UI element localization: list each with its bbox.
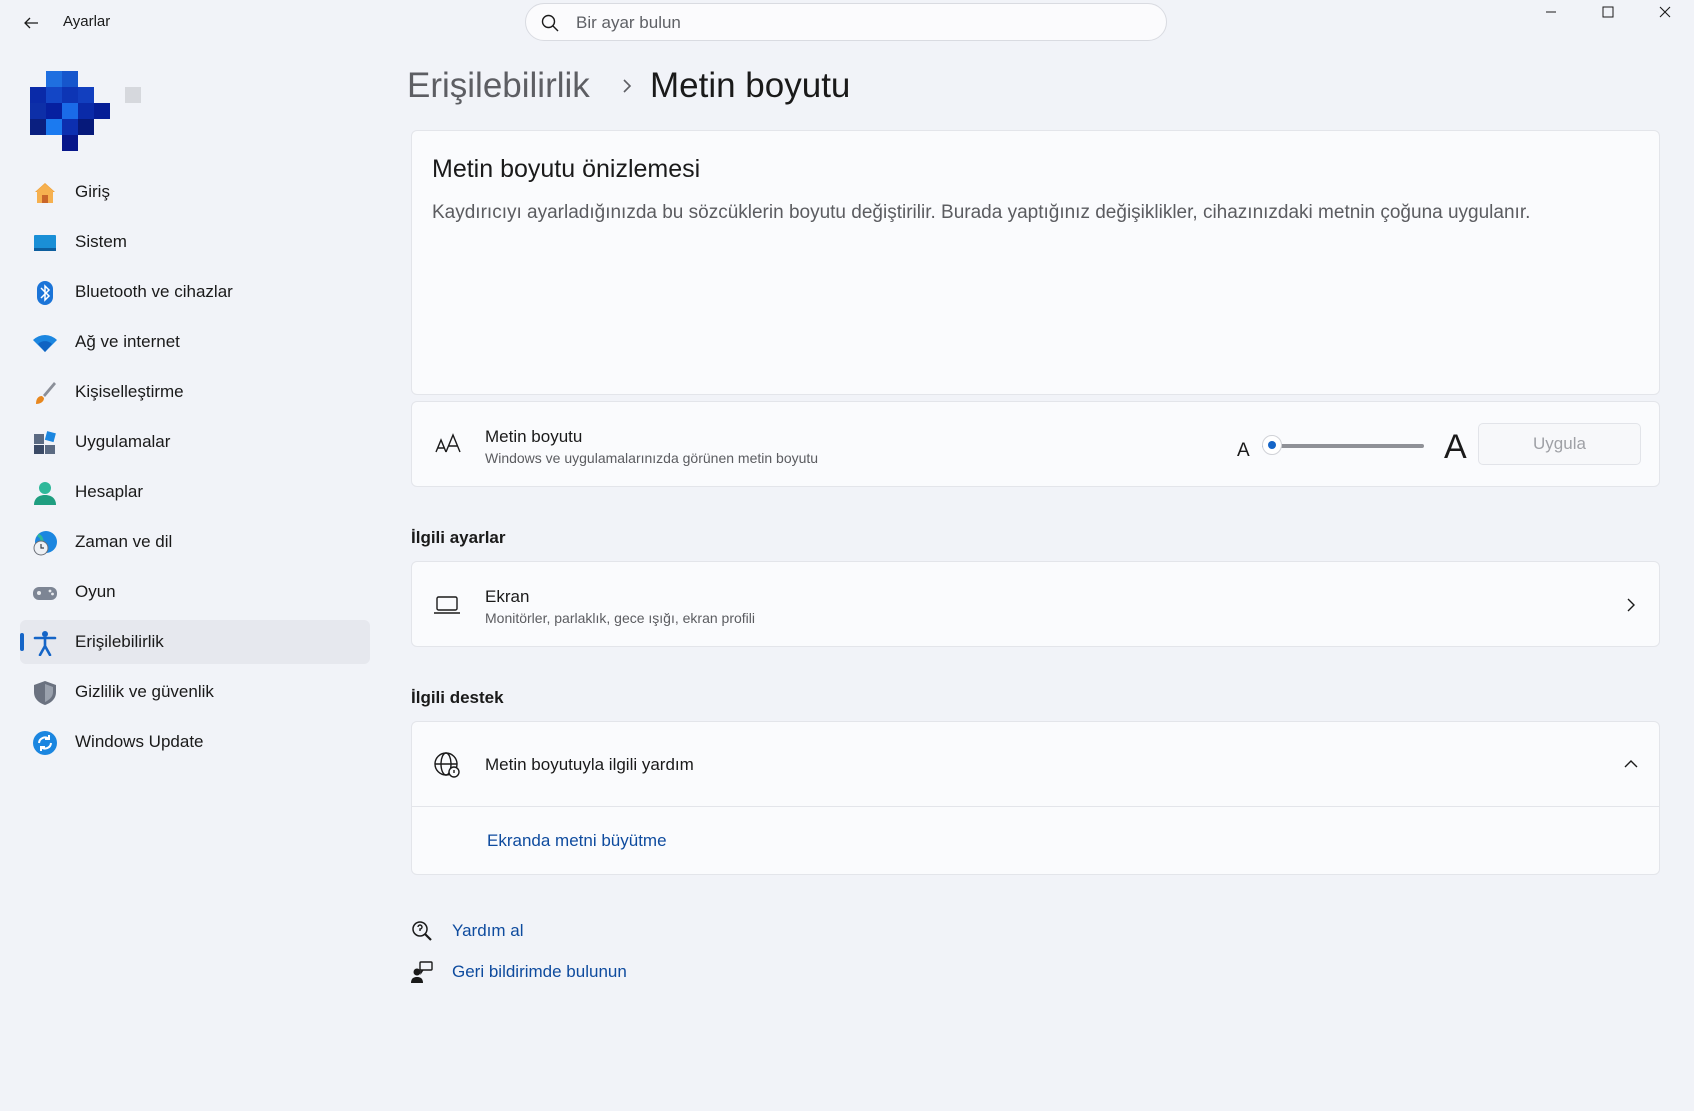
- close-button[interactable]: [1637, 0, 1693, 24]
- ekran-settings-link[interactable]: Ekran Monitörler, parlaklık, gece ışığı,…: [411, 561, 1660, 647]
- back-button[interactable]: [18, 10, 44, 36]
- preview-title: Metin boyutu önizlemesi: [432, 155, 701, 183]
- help-title: Metin boyutuyla ilgili yardım: [485, 755, 694, 774]
- avatar[interactable]: [30, 71, 110, 151]
- sidebar-item-label: Windows Update: [75, 732, 204, 751]
- sidebar-item-label: Ağ ve internet: [75, 332, 180, 351]
- sidebar-item-erisilebilirlik[interactable]: Erişilebilirlik: [20, 620, 370, 664]
- account-name-placeholder: [125, 87, 141, 103]
- account-icon: [32, 480, 58, 506]
- title-bar: Ayarlar Bir ayar bulun: [0, 0, 1694, 46]
- app-title: Ayarlar: [63, 13, 111, 30]
- sidebar-nav: Giriş Sistem Bluetooth ve cihazlar Ağ ve…: [20, 170, 370, 770]
- large-a-label: A: [1444, 428, 1467, 466]
- sidebar-item-label: Erişilebilirlik: [75, 632, 164, 651]
- sidebar-item-label: Oyun: [75, 582, 116, 601]
- chevron-up-icon[interactable]: [1622, 755, 1640, 773]
- text-size-preview-card: Metin boyutu önizlemesi Kaydırıcıyı ayar…: [411, 130, 1660, 395]
- globe-clock-icon: [32, 530, 58, 556]
- small-a-label: A: [1237, 440, 1250, 461]
- help-expander-header[interactable]: Metin boyutuyla ilgili yardım: [412, 722, 1659, 807]
- sidebar-item-ag[interactable]: Ağ ve internet: [20, 320, 370, 364]
- paintbrush-icon: [32, 380, 58, 406]
- sidebar-item-kisisellestirme[interactable]: Kişiselleştirme: [20, 370, 370, 414]
- text-size-slider[interactable]: [1262, 435, 1432, 457]
- slider-track[interactable]: [1276, 444, 1424, 448]
- sidebar-item-gizlilik[interactable]: Gizlilik ve güvenlik: [20, 670, 370, 714]
- maximize-button[interactable]: [1580, 0, 1636, 24]
- feedback-label: Geri bildirimde bulunun: [452, 962, 627, 981]
- maximize-icon: [1602, 6, 1614, 18]
- sidebar-item-label: Uygulamalar: [75, 432, 171, 451]
- sidebar-item-hesaplar[interactable]: Hesaplar: [20, 470, 370, 514]
- text-size-card: Metin boyutu Windows ve uygulamalarınızd…: [411, 401, 1660, 487]
- avatar-image: [30, 71, 110, 151]
- breadcrumb-parent-link[interactable]: Erişilebilirlik: [407, 66, 590, 106]
- shield-icon: [32, 680, 58, 706]
- minimize-icon: [1546, 11, 1556, 13]
- sidebar-item-oyun[interactable]: Oyun: [20, 570, 370, 614]
- close-icon: [1659, 6, 1671, 18]
- home-icon: [32, 180, 58, 206]
- ekran-title: Ekran: [485, 587, 530, 606]
- slider-thumb[interactable]: [1262, 435, 1282, 455]
- wifi-icon: [32, 330, 58, 356]
- chevron-right-icon: [1627, 598, 1635, 612]
- chevron-right-icon: [623, 79, 632, 93]
- sidebar-item-uygulamalar[interactable]: Uygulamalar: [20, 420, 370, 464]
- page-title: Metin boyutu: [650, 66, 851, 105]
- search-input[interactable]: Bir ayar bulun: [576, 13, 681, 33]
- text-size-subtitle: Windows ve uygulamalarınızda görünen met…: [485, 450, 819, 466]
- active-indicator: [20, 633, 24, 651]
- sidebar-item-giris[interactable]: Giriş: [20, 170, 370, 214]
- get-help-icon: [412, 921, 432, 941]
- text-size-title: Metin boyutu: [485, 427, 583, 446]
- accessibility-icon: [32, 630, 58, 656]
- back-arrow-icon: [24, 17, 38, 29]
- system-display-icon: [32, 230, 58, 256]
- related-settings-heading: İlgili ayarlar: [411, 528, 506, 547]
- sidebar-item-label: Kişiselleştirme: [75, 382, 184, 401]
- feedback-icon: [411, 961, 433, 983]
- text-size-icon: [435, 433, 461, 453]
- sidebar-item-label: Sistem: [75, 232, 127, 251]
- update-icon: [32, 730, 58, 756]
- sidebar-item-label: Gizlilik ve güvenlik: [75, 682, 214, 701]
- search-box[interactable]: Bir ayar bulun: [525, 3, 1167, 41]
- laptop-icon: [434, 596, 460, 614]
- search-icon: [541, 14, 559, 32]
- gamepad-icon: [32, 580, 58, 606]
- apps-icon: [32, 430, 58, 456]
- sidebar-item-windows-update[interactable]: Windows Update: [20, 720, 370, 764]
- globe-help-icon: [434, 752, 460, 778]
- sidebar-item-label: Giriş: [75, 182, 110, 201]
- help-link-enlarge-text[interactable]: Ekranda metni büyütme: [487, 831, 667, 851]
- ekran-subtitle: Monitörler, parlaklık, gece ışığı, ekran…: [485, 610, 756, 626]
- minimize-button[interactable]: [1523, 0, 1579, 24]
- related-support-heading: İlgili destek: [411, 688, 504, 707]
- sidebar-item-label: Bluetooth ve cihazlar: [75, 282, 233, 301]
- help-expander: Metin boyutuyla ilgili yardım Ekranda me…: [411, 721, 1660, 875]
- apply-button[interactable]: Uygula: [1478, 423, 1641, 465]
- sidebar-item-label: Hesaplar: [75, 482, 144, 501]
- sidebar-item-zaman[interactable]: Zaman ve dil: [20, 520, 370, 564]
- get-help-label: Yardım al: [452, 921, 524, 940]
- sidebar-item-sistem[interactable]: Sistem: [20, 220, 370, 264]
- bluetooth-icon: [32, 280, 58, 306]
- sidebar-item-label: Zaman ve dil: [75, 532, 173, 551]
- sidebar-item-bluetooth[interactable]: Bluetooth ve cihazlar: [20, 270, 370, 314]
- preview-text: Kaydırıcıyı ayarladığınızda bu sözcükler…: [432, 202, 1531, 223]
